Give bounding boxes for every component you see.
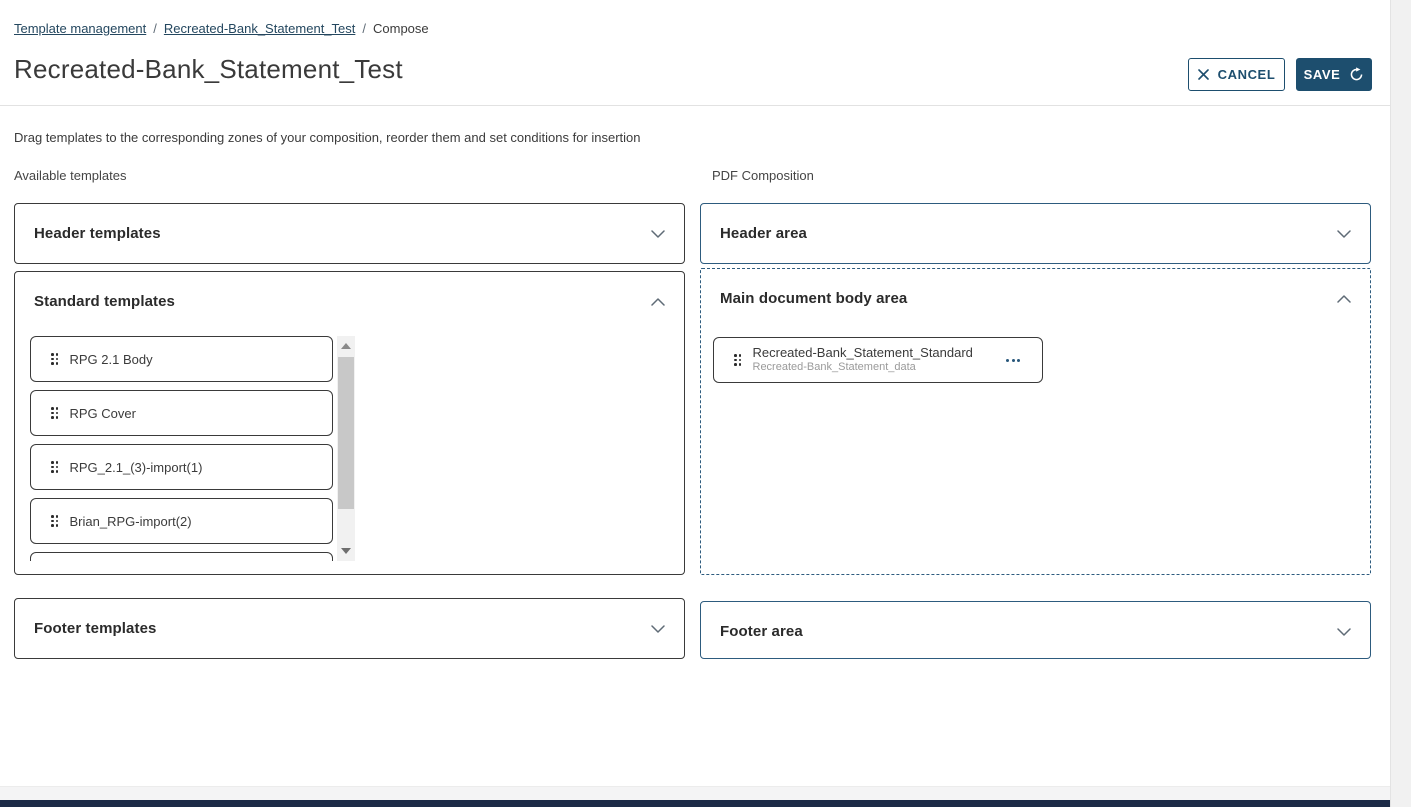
panel-footer-area: Footer area: [700, 601, 1371, 659]
bottom-bar: [0, 800, 1411, 807]
pdf-composition-label: PDF Composition: [712, 168, 814, 183]
standard-template-list: RPG 2.1 Body RPG Cover RPG_2.1_(3)-impor…: [30, 336, 370, 561]
chevron-down-icon[interactable]: [1337, 628, 1351, 636]
available-templates-label: Available templates: [14, 168, 127, 183]
chevron-down-icon[interactable]: [651, 625, 665, 633]
panel-title: Footer templates: [34, 620, 156, 637]
page-title: Recreated-Bank_Statement_Test: [14, 54, 403, 85]
scroll-up-arrow-icon[interactable]: [341, 343, 351, 349]
template-card[interactable]: RPG_2.1_(3)-import(1): [30, 444, 333, 490]
drag-handle-icon[interactable]: [51, 353, 59, 365]
cancel-button-label: CANCEL: [1218, 67, 1276, 82]
breadcrumb-separator: /: [153, 21, 157, 36]
panel-header-area: Header area: [700, 203, 1371, 264]
panel-standard-templates: Standard templates RPG 2.1 Body RPG Cove…: [14, 271, 685, 575]
save-button[interactable]: SAVE: [1296, 58, 1372, 91]
drag-handle-icon[interactable]: [734, 354, 742, 366]
panel-standard-templates-toggle[interactable]: Standard templates: [15, 272, 684, 331]
panel-footer-area-toggle[interactable]: Footer area: [701, 602, 1370, 661]
chevron-down-icon[interactable]: [651, 230, 665, 238]
panel-header-templates-toggle[interactable]: Header templates: [15, 204, 684, 263]
template-card-label: RPG 2.1 Body: [70, 352, 153, 367]
panel-title: Header templates: [34, 225, 161, 242]
panel-title: Standard templates: [34, 293, 175, 310]
template-card-label: Brian_RPG-import(2): [70, 514, 192, 529]
chevron-up-icon[interactable]: [1337, 295, 1351, 303]
template-card-label: RPG Cover: [70, 406, 136, 421]
chevron-down-icon[interactable]: [1337, 230, 1351, 238]
composition-item-card[interactable]: Recreated-Bank_Statement_Standard Recrea…: [713, 337, 1043, 383]
breadcrumb: Template management / Recreated-Bank_Sta…: [14, 21, 429, 36]
drag-handle-icon[interactable]: [51, 461, 59, 473]
panel-body-area-toggle[interactable]: Main document body area: [701, 269, 1370, 328]
scrollbar-thumb[interactable]: [338, 357, 354, 509]
x-icon: [1198, 69, 1209, 80]
panel-main-document-body-area: Main document body area Recreated-Bank_S…: [700, 268, 1371, 575]
breadcrumb-current-page: Compose: [373, 21, 429, 36]
panel-header-templates: Header templates: [14, 203, 685, 264]
header-divider: [0, 105, 1390, 106]
chevron-up-icon[interactable]: [651, 298, 665, 306]
template-card[interactable]: RPG 2.1 Body: [30, 336, 333, 382]
save-button-label: SAVE: [1304, 67, 1341, 82]
compose-page: Template management / Recreated-Bank_Sta…: [0, 0, 1411, 807]
breadcrumb-link-current-template[interactable]: Recreated-Bank_Statement_Test: [164, 21, 356, 36]
drag-handle-icon[interactable]: [51, 407, 59, 419]
scroll-down-arrow-icon[interactable]: [341, 548, 351, 554]
panel-title: Header area: [720, 225, 807, 242]
panel-header-area-toggle[interactable]: Header area: [701, 204, 1370, 263]
drag-handle-icon[interactable]: [51, 515, 59, 527]
panel-footer-templates: Footer templates: [14, 598, 685, 659]
template-card-partial[interactable]: [30, 552, 333, 561]
circular-arrow-icon: [1349, 67, 1364, 82]
ellipsis-icon[interactable]: [1004, 353, 1022, 368]
template-card[interactable]: RPG Cover: [30, 390, 333, 436]
cancel-button[interactable]: CANCEL: [1188, 58, 1285, 91]
template-card-label: RPG_2.1_(3)-import(1): [70, 460, 203, 475]
instruction-text: Drag templates to the corresponding zone…: [14, 130, 641, 145]
bottom-status-strip: [0, 786, 1411, 800]
page-scrollbar[interactable]: [1390, 0, 1411, 807]
panel-title: Footer area: [720, 623, 803, 640]
panel-footer-templates-toggle[interactable]: Footer templates: [15, 599, 684, 658]
breadcrumb-link-template-management[interactable]: Template management: [14, 21, 146, 36]
composition-item-title: Recreated-Bank_Statement_Standard: [753, 345, 973, 361]
panel-title: Main document body area: [720, 290, 907, 307]
template-list-scrollbar[interactable]: [337, 336, 355, 561]
composition-item-subtitle: Recreated-Bank_Statement_data: [753, 361, 973, 375]
template-card[interactable]: Brian_RPG-import(2): [30, 498, 333, 544]
breadcrumb-separator: /: [362, 21, 366, 36]
